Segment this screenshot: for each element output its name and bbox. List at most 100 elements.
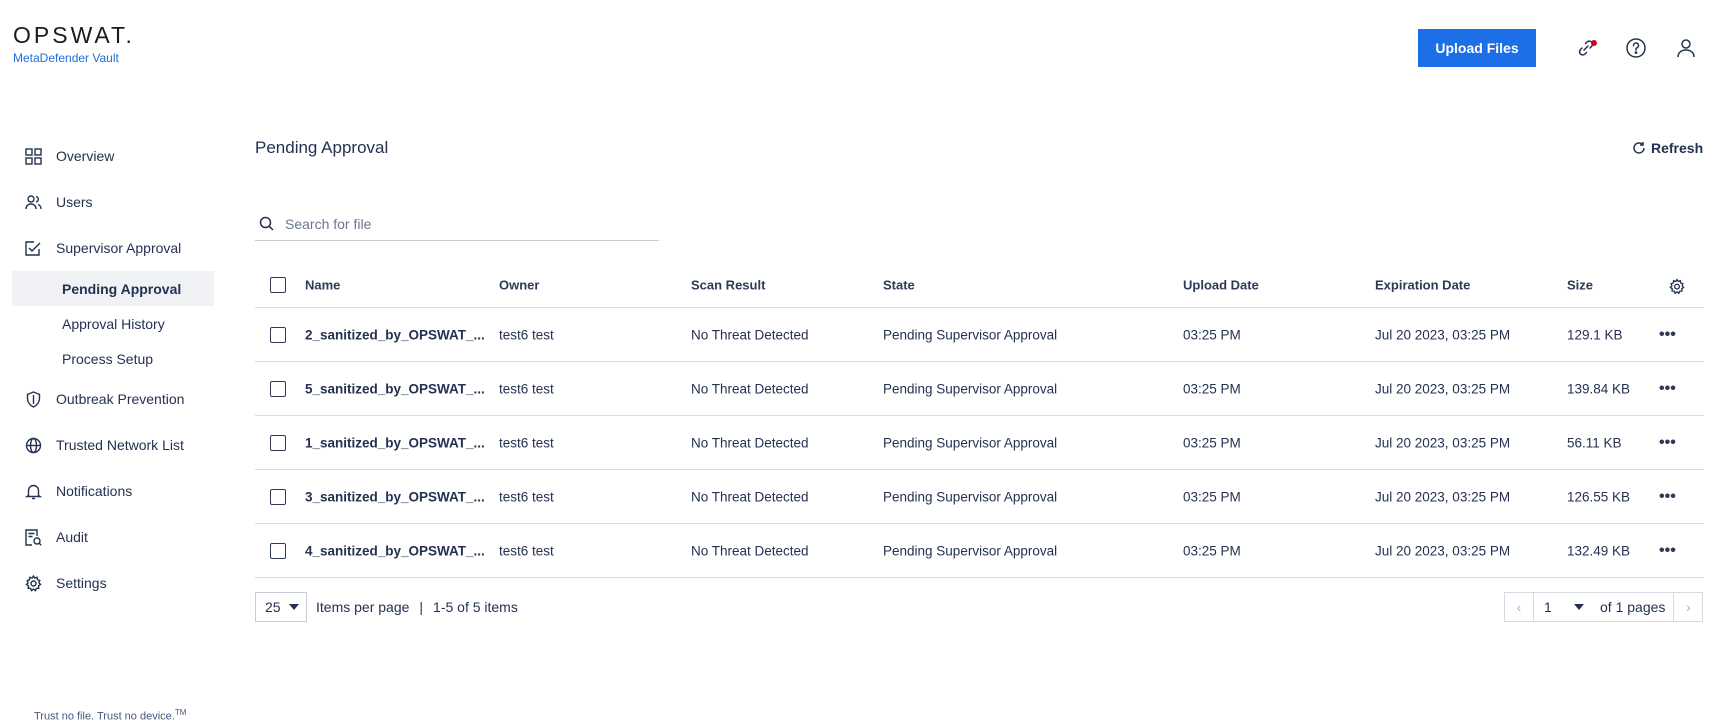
notification-dot: [1591, 40, 1597, 46]
users-icon: [25, 194, 42, 211]
file-name[interactable]: 2_sanitized_by_OPSWAT_...: [305, 327, 485, 342]
prev-page-button[interactable]: ‹: [1504, 592, 1534, 622]
expiration-date: Jul 20 2023, 03:25 PM: [1375, 489, 1511, 504]
items-per-page-select[interactable]: 25: [255, 592, 307, 622]
state: Pending Supervisor Approval: [883, 489, 1058, 504]
refresh-label: Refresh: [1651, 140, 1704, 156]
table-row[interactable]: 1_sanitized_by_OPSWAT_... test6 test No …: [255, 416, 1704, 470]
opswat-logo[interactable]: OPSWAT. MetaDefender Vault: [13, 22, 135, 65]
scan-result: No Threat Detected: [691, 489, 809, 504]
column-header-state[interactable]: State: [883, 277, 915, 292]
sidebar-item-label: Outbreak Prevention: [56, 391, 185, 407]
globe-icon: [25, 437, 42, 454]
size: 129.1 KB: [1567, 327, 1623, 342]
sidebar-item-outbreak-prevention[interactable]: Outbreak Prevention: [12, 376, 214, 422]
file-name[interactable]: 4_sanitized_by_OPSWAT_...: [305, 543, 485, 558]
table-row[interactable]: 4_sanitized_by_OPSWAT_... test6 test No …: [255, 524, 1704, 578]
more-actions-icon[interactable]: •••: [1659, 488, 1676, 506]
column-header-name[interactable]: Name: [305, 277, 340, 292]
column-header-owner[interactable]: Owner: [499, 277, 539, 292]
page-number-select[interactable]: 1: [1534, 592, 1596, 622]
size: 56.11 KB: [1567, 435, 1622, 450]
sidebar-item-settings[interactable]: Settings: [12, 560, 214, 606]
search-input[interactable]: [285, 215, 635, 232]
state: Pending Supervisor Approval: [883, 543, 1058, 558]
more-actions-icon[interactable]: •••: [1659, 326, 1676, 344]
sidebar-item-audit[interactable]: Audit: [12, 514, 214, 560]
items-range-label: 1-5 of 5 items: [433, 599, 518, 615]
chevron-down-icon: [288, 604, 299, 610]
trademark-mark: TM: [174, 708, 187, 717]
sidebar-item-overview[interactable]: Overview: [12, 133, 214, 179]
sidebar-subitem-approval-history[interactable]: Approval History: [12, 306, 214, 341]
bell-icon: [25, 483, 42, 500]
sidebar-item-users[interactable]: Users: [12, 179, 214, 225]
row-checkbox[interactable]: [270, 326, 286, 343]
sidebar-item-label: Supervisor Approval: [56, 240, 182, 256]
scan-result: No Threat Detected: [691, 381, 809, 396]
upload-files-button[interactable]: Upload Files: [1418, 29, 1536, 67]
gear-icon: [25, 574, 42, 592]
pagination-separator: |: [419, 599, 424, 615]
file-name[interactable]: 1_sanitized_by_OPSWAT_...: [305, 435, 485, 450]
row-checkbox[interactable]: [270, 380, 286, 397]
chevron-left-icon: ‹: [1516, 599, 1522, 615]
expiration-date: Jul 20 2023, 03:25 PM: [1375, 435, 1511, 450]
search-icon: [259, 216, 274, 231]
column-header-size[interactable]: Size: [1567, 277, 1593, 292]
table-row[interactable]: 5_sanitized_by_OPSWAT_... test6 test No …: [255, 362, 1704, 416]
column-header-scan-result[interactable]: Scan Result: [691, 277, 765, 292]
tagline-text: Trust no file. Trust no device.: [34, 710, 175, 722]
files-table: Name Owner Scan Result State Upload Date…: [255, 262, 1704, 578]
sidebar-item-label: Users: [56, 194, 93, 210]
sidebar-item-trusted-network-list[interactable]: Trusted Network List: [12, 422, 214, 468]
sidebar-subitem-pending-approval[interactable]: Pending Approval: [12, 271, 214, 306]
upload-date: 03:25 PM: [1183, 489, 1241, 504]
next-page-button[interactable]: ›: [1673, 592, 1704, 622]
total-pages-label: of 1 pages: [1596, 592, 1674, 622]
help-icon[interactable]: [1625, 37, 1647, 59]
current-page-value: 1: [1544, 599, 1552, 615]
chevron-down-icon: [1573, 604, 1584, 610]
upload-date: 03:25 PM: [1183, 381, 1241, 396]
refresh-button[interactable]: Refresh: [1632, 140, 1703, 156]
column-header-expiration-date[interactable]: Expiration Date: [1375, 277, 1470, 292]
row-checkbox[interactable]: [270, 434, 286, 451]
column-settings-icon[interactable]: [1669, 278, 1685, 294]
scan-result: No Threat Detected: [691, 543, 809, 558]
state: Pending Supervisor Approval: [883, 435, 1058, 450]
audit-icon: [25, 528, 42, 546]
row-checkbox[interactable]: [270, 488, 286, 505]
sidebar-item-label: Notifications: [56, 483, 133, 499]
page-title: Pending Approval: [255, 138, 389, 157]
sidebar-item-supervisor-approval[interactable]: Supervisor Approval: [12, 225, 214, 271]
sidebar-subitem-process-setup[interactable]: Process Setup: [12, 341, 214, 376]
more-actions-icon[interactable]: •••: [1659, 380, 1676, 398]
sidebar-item-label: Audit: [56, 529, 88, 545]
owner: test6 test: [499, 543, 554, 558]
file-name[interactable]: 3_sanitized_by_OPSWAT_...: [305, 489, 485, 504]
more-actions-icon[interactable]: •••: [1659, 434, 1676, 452]
sidebar-item-label: Trusted Network List: [56, 437, 184, 453]
user-profile-icon[interactable]: [1675, 37, 1697, 59]
table-row[interactable]: 3_sanitized_by_OPSWAT_... test6 test No …: [255, 470, 1704, 524]
select-all-checkbox[interactable]: [270, 276, 286, 293]
more-actions-icon[interactable]: •••: [1659, 542, 1676, 560]
owner: test6 test: [499, 489, 554, 504]
file-name[interactable]: 5_sanitized_by_OPSWAT_...: [305, 381, 485, 396]
chevron-right-icon: ›: [1686, 599, 1691, 615]
upload-date: 03:25 PM: [1183, 435, 1241, 450]
expiration-date: Jul 20 2023, 03:25 PM: [1375, 327, 1511, 342]
items-per-page-value: 25: [265, 599, 281, 615]
checkbox-edit-icon: [25, 240, 42, 257]
sidebar-nav: Overview Users Supervisor Approval Pendi…: [12, 133, 214, 606]
items-per-page-label: Items per page: [316, 599, 410, 615]
row-checkbox[interactable]: [270, 542, 286, 559]
scan-result: No Threat Detected: [691, 327, 809, 342]
column-header-upload-date[interactable]: Upload Date: [1183, 277, 1259, 292]
sidebar-item-notifications[interactable]: Notifications: [12, 468, 214, 514]
grid-icon: [25, 147, 42, 165]
table-row[interactable]: 2_sanitized_by_OPSWAT_... test6 test No …: [255, 308, 1704, 362]
items-per-page-control: 25 Items per page | 1-5 of 5 items: [255, 592, 518, 622]
size: 126.55 KB: [1567, 489, 1631, 504]
